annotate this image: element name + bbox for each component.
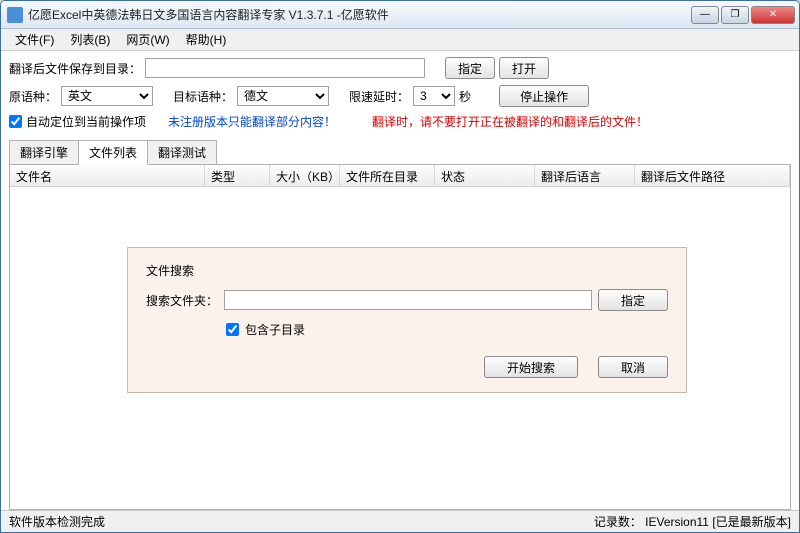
save-dir-label: 翻译后文件保存到目录： [9,60,141,77]
tab-body: 文件名 类型 大小（KB） 文件所在目录 状态 翻译后语言 翻译后文件路径 文件… [9,164,791,510]
minimize-button[interactable]: — [691,6,719,24]
table-area[interactable]: 文件搜索 搜索文件夹： 指定 包含子目录 开始搜索 取消 [10,187,790,509]
save-dir-row: 翻译后文件保存到目录： 指定 打开 [9,57,791,79]
delay-unit: 秒 [459,88,471,105]
src-lang-label: 原语种： [9,88,57,105]
delay-select[interactable]: 3 [413,86,455,106]
status-left: 软件版本检测完成 [9,513,594,530]
dialog-buttons: 开始搜索 取消 [146,356,668,378]
specify-dir-button[interactable]: 指定 [445,57,495,79]
search-folder-row: 搜索文件夹： 指定 [146,289,668,311]
include-sub-label: 包含子目录 [245,321,305,338]
language-row: 原语种： 英文 目标语种： 德文 限速延时： 3 秒 停止操作 [9,85,791,107]
auto-locate-checkbox[interactable] [9,115,22,128]
app-icon [7,7,23,23]
tab-test[interactable]: 翻译测试 [147,140,217,165]
content-area: 翻译后文件保存到目录： 指定 打开 原语种： 英文 目标语种： 德文 限速延时：… [1,51,799,510]
unregistered-notice: 未注册版本只能翻译部分内容！ [168,113,336,130]
menubar: 文件(F) 列表(B) 网页(W) 帮助(H) [1,29,799,51]
search-folder-input[interactable] [224,290,592,310]
app-window: 亿愿Excel中英德法韩日文多国语言内容翻译专家 V1.3.7.1 -亿愿软件 … [0,0,800,533]
col-dir[interactable]: 文件所在目录 [340,165,435,186]
col-path[interactable]: 翻译后文件路径 [635,165,790,186]
include-sub-checkbox[interactable] [226,323,239,336]
save-dir-input[interactable] [145,58,425,78]
col-name[interactable]: 文件名 [10,165,205,186]
col-type[interactable]: 类型 [205,165,270,186]
menu-file[interactable]: 文件(F) [7,29,62,50]
col-size[interactable]: 大小（KB） [270,165,340,186]
close-button[interactable]: ✕ [751,6,795,24]
warning-notice: 翻译时，请不要打开正在被翻译的和翻译后的文件！ [372,113,648,130]
col-lang[interactable]: 翻译后语言 [535,165,635,186]
dialog-title: 文件搜索 [146,262,668,279]
statusbar: 软件版本检测完成 记录数： IEVersion11 [已是最新版本] [1,510,799,532]
include-sub-row: 包含子目录 [146,321,668,338]
tabs: 翻译引擎 文件列表 翻译测试 [9,140,791,165]
file-search-dialog: 文件搜索 搜索文件夹： 指定 包含子目录 开始搜索 取消 [127,247,687,393]
tab-filelist[interactable]: 文件列表 [78,140,148,165]
stop-button[interactable]: 停止操作 [499,85,589,107]
tab-engine[interactable]: 翻译引擎 [9,140,79,165]
search-folder-label: 搜索文件夹： [146,292,218,309]
menu-help[interactable]: 帮助(H) [178,29,235,50]
auto-locate-label: 自动定位到当前操作项 [26,113,146,130]
table-header: 文件名 类型 大小（KB） 文件所在目录 状态 翻译后语言 翻译后文件路径 [10,165,790,187]
menu-list[interactable]: 列表(B) [62,29,118,50]
start-search-button[interactable]: 开始搜索 [484,356,578,378]
tgt-lang-label: 目标语种： [173,88,233,105]
maximize-button[interactable]: ❐ [721,6,749,24]
open-dir-button[interactable]: 打开 [499,57,549,79]
col-status[interactable]: 状态 [435,165,535,186]
options-row: 自动定位到当前操作项 未注册版本只能翻译部分内容！ 翻译时，请不要打开正在被翻译… [9,113,791,130]
status-right: 记录数： IEVersion11 [已是最新版本] [594,513,791,530]
window-controls: — ❐ ✕ [691,6,795,24]
titlebar: 亿愿Excel中英德法韩日文多国语言内容翻译专家 V1.3.7.1 -亿愿软件 … [1,1,799,29]
dialog-specify-button[interactable]: 指定 [598,289,668,311]
delay-label: 限速延时： [349,88,409,105]
window-title: 亿愿Excel中英德法韩日文多国语言内容翻译专家 V1.3.7.1 -亿愿软件 [28,6,691,23]
menu-web[interactable]: 网页(W) [118,29,177,50]
tgt-lang-select[interactable]: 德文 [237,86,329,106]
cancel-button[interactable]: 取消 [598,356,668,378]
src-lang-select[interactable]: 英文 [61,86,153,106]
